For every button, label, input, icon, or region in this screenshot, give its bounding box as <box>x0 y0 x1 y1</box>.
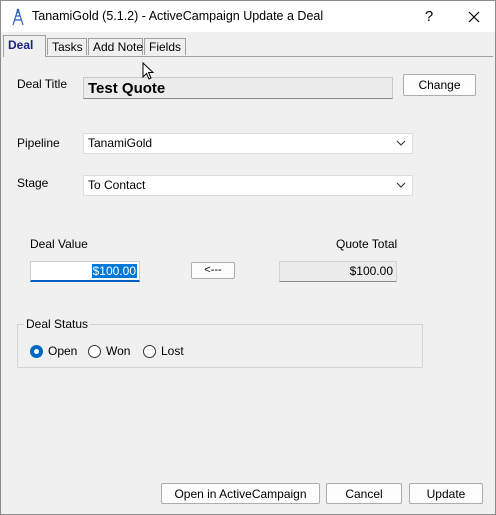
change-button[interactable]: Change <box>403 74 476 96</box>
title-bar: TanamiGold (5.1.2) - ActiveCampaign Upda… <box>1 1 495 32</box>
pipeline-value: TanamiGold <box>88 136 153 150</box>
tanamigold-app-icon <box>12 8 24 26</box>
pipeline-select[interactable]: TanamiGold <box>83 133 413 154</box>
status-lost-radio[interactable]: Lost <box>143 343 184 359</box>
status-won-label: Won <box>106 344 131 358</box>
deal-value-text: $100.00 <box>91 264 137 278</box>
close-icon <box>468 11 480 23</box>
deal-status-group: Deal Status Open Won Lost <box>17 317 423 368</box>
deal-title-field: Test Quote <box>83 77 393 99</box>
stage-value: To Contact <box>88 178 146 192</box>
button-bar: Open in ActiveCampaign Cancel Update <box>1 475 495 514</box>
radio-unselected-icon <box>88 344 101 358</box>
status-lost-label: Lost <box>161 344 184 358</box>
deal-value-label: Deal Value <box>30 237 88 251</box>
window-title: TanamiGold (5.1.2) - ActiveCampaign Upda… <box>32 9 324 23</box>
help-button[interactable]: ? <box>413 1 445 32</box>
tab-fields[interactable]: Fields <box>144 38 186 55</box>
deal-tab-panel: Deal Title Test Quote Change Pipeline Ta… <box>3 56 493 476</box>
deal-value-input[interactable]: $100.00 <box>30 261 140 282</box>
update-deal-dialog: TanamiGold (5.1.2) - ActiveCampaign Upda… <box>0 0 496 515</box>
tab-tasks[interactable]: Tasks <box>47 38 87 55</box>
tab-deal[interactable]: Deal <box>3 35 46 57</box>
cancel-button[interactable]: Cancel <box>326 483 402 504</box>
status-won-radio[interactable]: Won <box>88 343 130 359</box>
deal-title-label: Deal Title <box>17 77 68 91</box>
radio-unselected-icon <box>143 344 156 358</box>
pipeline-label: Pipeline <box>17 136 60 150</box>
tab-add-note[interactable]: Add Note <box>88 38 143 55</box>
quote-total-label: Quote Total <box>336 237 398 251</box>
update-button[interactable]: Update <box>409 483 483 504</box>
status-open-radio[interactable]: Open <box>30 343 77 359</box>
open-in-activecampaign-button[interactable]: Open in ActiveCampaign <box>161 483 320 504</box>
chevron-down-icon <box>396 140 406 146</box>
status-open-label: Open <box>48 344 78 358</box>
deal-status-label: Deal Status <box>24 317 91 331</box>
copy-quote-total-button[interactable]: <--- <box>191 262 235 279</box>
close-button[interactable] <box>453 1 495 32</box>
chevron-down-icon <box>396 182 406 188</box>
stage-select[interactable]: To Contact <box>83 175 413 196</box>
tab-strip: Deal Tasks Add Note Fields <box>1 32 495 57</box>
radio-selected-icon <box>30 344 43 358</box>
mouse-cursor-icon <box>142 62 155 80</box>
quote-total-field: $100.00 <box>279 261 397 282</box>
stage-label: Stage <box>17 176 49 190</box>
